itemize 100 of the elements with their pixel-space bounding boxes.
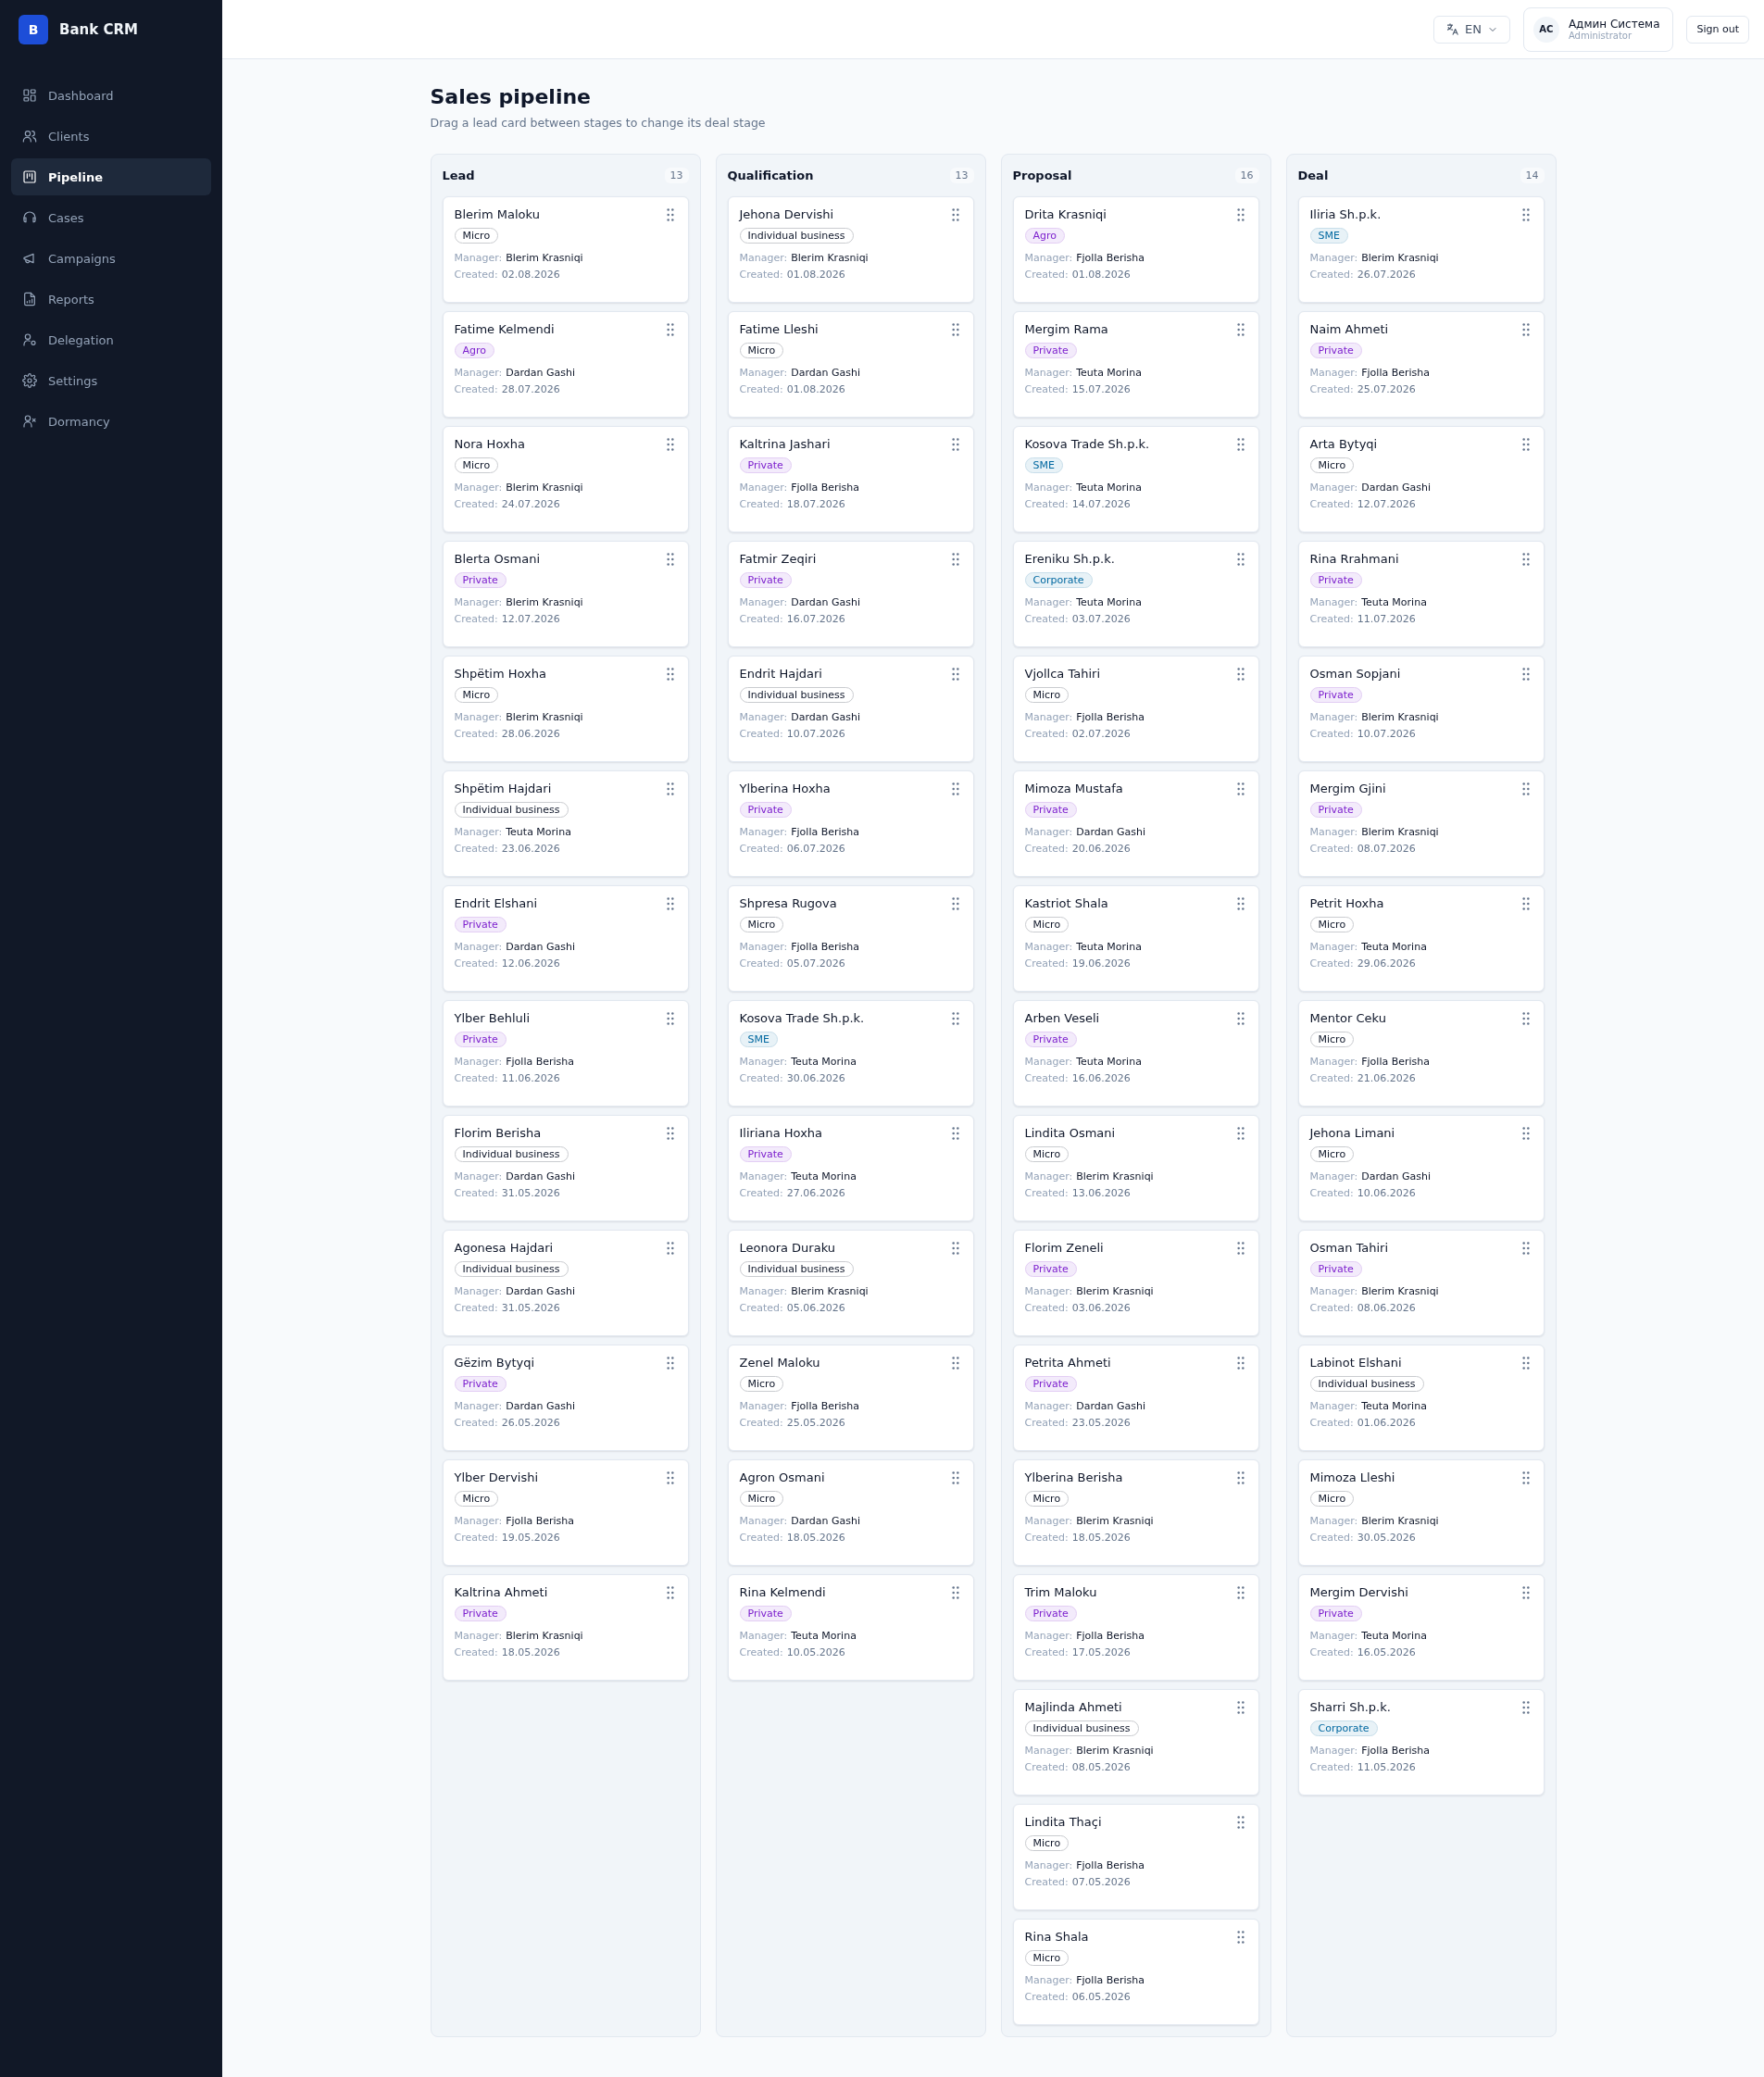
lead-card[interactable]: Arta Bytyqi Micro Manager: Dardan Gashi Created: 12.07.2026 [1297, 426, 1545, 532]
created-date: Created: 12.06.2026 [454, 957, 561, 971]
lead-card[interactable]: Florim Berisha Individual business Manager: Dardan Gashi Created: 31.05.2026 [442, 1115, 689, 1221]
segment-tag: Private [1309, 1261, 1362, 1277]
lead-name: Rina Shala [1024, 1930, 1089, 1944]
lead-card[interactable]: Mimoza Lleshi Micro Manager: Blerim Krasniqi Created: 30.05.2026 [1297, 1459, 1545, 1566]
lead-card[interactable]: Ylberina Hoxha Private Manager: Fjolla Berisha Created: 06.07.2026 [727, 770, 974, 877]
lead-card[interactable]: Ereniku Sh.p.k. Corporate Manager: Teuta Morina Created: 03.07.2026 [1012, 541, 1259, 647]
lead-card[interactable]: Lindita Thaçi Micro Manager: Fjolla Berisha Created: 07.05.2026 [1012, 1804, 1259, 1910]
sidebar-item[interactable]: Reports [11, 281, 211, 318]
lead-card[interactable]: Mimoza Mustafa Private Manager: Dardan Gashi Created: 20.06.2026 [1012, 770, 1259, 877]
lead-card[interactable]: Agron Osmani Micro Manager: Dardan Gashi Created: 18.05.2026 [727, 1459, 974, 1566]
manager-line: Manager: Fjolla Berisha [739, 481, 861, 495]
lead-card[interactable]: Jehona Dervishi Individual business Manager: Blerim Krasniqi Created: 01.08.2026 [727, 196, 974, 303]
created-date: Created: 16.07.2026 [739, 612, 846, 627]
lead-card[interactable]: Rina Shala Micro Manager: Fjolla Berisha Created: 06.05.2026 [1012, 1919, 1259, 2025]
lead-card[interactable]: Vjollca Tahiri Micro Manager: Fjolla Berisha Created: 02.07.2026 [1012, 656, 1259, 762]
lead-card[interactable]: Labinot Elshani Individual business Manager: Teuta Morina Created: 01.06.2026 [1297, 1345, 1545, 1451]
created-date: Created: 28.06.2026 [454, 727, 561, 742]
lead-card[interactable]: Ylberina Berisha Micro Manager: Blerim Krasniqi Created: 18.05.2026 [1012, 1459, 1259, 1566]
lead-card[interactable]: Fatime Lleshi Micro Manager: Dardan Gashi Created: 01.08.2026 [727, 311, 974, 418]
lead-card[interactable]: Rina Kelmendi Private Manager: Teuta Morina Created: 10.05.2026 [727, 1574, 974, 1681]
lead-card[interactable]: Naim Ahmeti Private Manager: Fjolla Berisha Created: 25.07.2026 [1297, 311, 1545, 418]
lead-card[interactable]: Gëzim Bytyqi Private Manager: Dardan Gashi Created: 26.05.2026 [442, 1345, 689, 1451]
lead-card[interactable]: Mentor Ceku Micro Manager: Fjolla Berisha Created: 21.06.2026 [1297, 1000, 1545, 1107]
lead-card[interactable]: Zenel Maloku Micro Manager: Fjolla Berisha Created: 25.05.2026 [727, 1345, 974, 1451]
lead-card[interactable]: Iliria Sh.p.k. SME Manager: Blerim Krasniqi Created: 26.07.2026 [1297, 196, 1545, 303]
lead-card[interactable]: Jehona Limani Micro Manager: Dardan Gashi Created: 10.06.2026 [1297, 1115, 1545, 1221]
language-selector[interactable]: EN [1432, 15, 1510, 44]
sidebar-item[interactable]: Clients [11, 118, 211, 155]
segment-tag: Private [1024, 1376, 1077, 1392]
manager-line: Manager: Dardan Gashi [739, 1514, 861, 1529]
lead-card[interactable]: Kaltrina Jashari Private Manager: Fjolla Berisha Created: 18.07.2026 [727, 426, 974, 532]
lead-card[interactable]: Kastriot Shala Micro Manager: Teuta Morina Created: 19.06.2026 [1012, 885, 1259, 992]
lead-card[interactable]: Mergim Rama Private Manager: Teuta Morina Created: 15.07.2026 [1012, 311, 1259, 418]
created-date: Created: 24.07.2026 [454, 497, 561, 512]
lead-card[interactable]: Leonora Duraku Individual business Manager: Blerim Krasniqi Created: 05.06.2026 [727, 1230, 974, 1336]
sign-out-button[interactable]: Sign out [1686, 15, 1749, 44]
lead-card[interactable]: Sharri Sh.p.k. Corporate Manager: Fjolla Berisha Created: 11.05.2026 [1297, 1689, 1545, 1795]
lead-name: Arta Bytyqi [1309, 437, 1378, 451]
lead-card[interactable]: Mergim Gjini Private Manager: Blerim Krasniqi Created: 08.07.2026 [1297, 770, 1545, 877]
segment-tag: Micro [739, 343, 784, 358]
sidebar-item[interactable]: Dashboard [11, 77, 211, 114]
lead-name: Blerim Maloku [454, 207, 540, 221]
segment-tag: Micro [1024, 917, 1070, 932]
created-date: Created: 03.06.2026 [1024, 1301, 1132, 1316]
lead-name: Jehona Limani [1309, 1126, 1395, 1140]
segment-tag: Private [1024, 1261, 1077, 1277]
segment-tag: Private [1024, 1032, 1077, 1047]
lead-card[interactable]: Florim Zeneli Private Manager: Blerim Krasniqi Created: 03.06.2026 [1012, 1230, 1259, 1336]
user-card[interactable]: AC Админ Система Administrator [1522, 6, 1674, 52]
sidebar-item[interactable]: Delegation [11, 321, 211, 358]
lead-card[interactable]: Nora Hoxha Micro Manager: Blerim Krasniqi Created: 24.07.2026 [442, 426, 689, 532]
lead-card[interactable]: Majlinda Ahmeti Individual business Manager: Blerim Krasniqi Created: 08.05.2026 [1012, 1689, 1259, 1795]
lead-card[interactable]: Shpresa Rugova Micro Manager: Fjolla Berisha Created: 05.07.2026 [727, 885, 974, 992]
lead-card[interactable]: Kaltrina Ahmeti Private Manager: Blerim Krasniqi Created: 18.05.2026 [442, 1574, 689, 1681]
created-date: Created: 11.07.2026 [1309, 612, 1417, 627]
segment-tag: Private [1309, 687, 1362, 703]
lead-name: Mergim Dervishi [1309, 1585, 1408, 1599]
lead-card[interactable]: Fatime Kelmendi Agro Manager: Dardan Gashi Created: 28.07.2026 [442, 311, 689, 418]
created-date: Created: 08.07.2026 [1309, 842, 1417, 857]
lead-card[interactable]: Trim Maloku Private Manager: Fjolla Berisha Created: 17.05.2026 [1012, 1574, 1259, 1681]
lead-card[interactable]: Osman Sopjani Private Manager: Blerim Krasniqi Created: 10.07.2026 [1297, 656, 1545, 762]
created-date: Created: 19.06.2026 [1024, 957, 1132, 971]
sidebar-item[interactable]: Campaigns [11, 240, 211, 277]
lead-card[interactable]: Kosova Trade Sh.p.k. SME Manager: Teuta Morina Created: 30.06.2026 [727, 1000, 974, 1107]
lead-card[interactable]: Shpëtim Hajdari Individual business Manager: Teuta Morina Created: 23.06.2026 [442, 770, 689, 877]
lead-card[interactable]: Petrit Hoxha Micro Manager: Teuta Morina Created: 29.06.2026 [1297, 885, 1545, 992]
lead-name: Florim Berisha [454, 1126, 542, 1140]
manager-line: Manager: Fjolla Berisha [1309, 1055, 1432, 1070]
sidebar-item[interactable]: Settings [11, 362, 211, 399]
lead-card[interactable]: Agonesa Hajdari Individual business Manager: Dardan Gashi Created: 31.05.2026 [442, 1230, 689, 1336]
lead-card[interactable]: Iliriana Hoxha Private Manager: Teuta Morina Created: 27.06.2026 [727, 1115, 974, 1221]
lead-card[interactable]: Drita Krasniqi Agro Manager: Fjolla Berisha Created: 01.08.2026 [1012, 196, 1259, 303]
segment-tag: Micro [1309, 1032, 1355, 1047]
lead-name: Jehona Dervishi [739, 207, 834, 221]
user-role: Administrator [1568, 31, 1633, 41]
lead-card[interactable]: Petrita Ahmeti Private Manager: Dardan Gashi Created: 23.05.2026 [1012, 1345, 1259, 1451]
lead-card[interactable]: Blerim Maloku Micro Manager: Blerim Krasniqi Created: 02.08.2026 [442, 196, 689, 303]
sidebar-item[interactable]: Dormancy [11, 403, 211, 440]
sidebar-item[interactable]: Pipeline [11, 158, 211, 195]
lead-card[interactable]: Ylber Behluli Private Manager: Fjolla Berisha Created: 11.06.2026 [442, 1000, 689, 1107]
lead-card[interactable]: Osman Tahiri Private Manager: Blerim Krasniqi Created: 08.06.2026 [1297, 1230, 1545, 1336]
lead-card[interactable]: Fatmir Zeqiri Private Manager: Dardan Gashi Created: 16.07.2026 [727, 541, 974, 647]
lead-card[interactable]: Blerta Osmani Private Manager: Blerim Krasniqi Created: 12.07.2026 [442, 541, 689, 647]
lead-name: Agron Osmani [739, 1470, 825, 1484]
lead-name: Nora Hoxha [454, 437, 525, 451]
lead-card[interactable]: Kosova Trade Sh.p.k. SME Manager: Teuta Morina Created: 14.07.2026 [1012, 426, 1259, 532]
translate-icon [1445, 22, 1459, 36]
lead-card[interactable]: Rina Rrahmani Private Manager: Teuta Morina Created: 11.07.2026 [1297, 541, 1545, 647]
lead-card[interactable]: Lindita Osmani Micro Manager: Blerim Krasniqi Created: 13.06.2026 [1012, 1115, 1259, 1221]
lead-card[interactable]: Endrit Elshani Private Manager: Dardan Gashi Created: 12.06.2026 [442, 885, 689, 992]
lead-card[interactable]: Mergim Dervishi Private Manager: Teuta Morina Created: 16.05.2026 [1297, 1574, 1545, 1681]
sidebar-item[interactable]: Cases [11, 199, 211, 236]
lead-card[interactable]: Ylber Dervishi Micro Manager: Fjolla Berisha Created: 19.05.2026 [442, 1459, 689, 1566]
lead-card[interactable]: Arben Veseli Private Manager: Teuta Morina Created: 16.06.2026 [1012, 1000, 1259, 1107]
lead-card[interactable]: Shpëtim Hoxha Micro Manager: Blerim Krasniqi Created: 28.06.2026 [442, 656, 689, 762]
lead-card[interactable]: Endrit Hajdari Individual business Manager: Dardan Gashi Created: 10.07.2026 [727, 656, 974, 762]
lead-name: Arben Veseli [1024, 1011, 1100, 1025]
created-date: Created: 11.05.2026 [1309, 1760, 1417, 1775]
